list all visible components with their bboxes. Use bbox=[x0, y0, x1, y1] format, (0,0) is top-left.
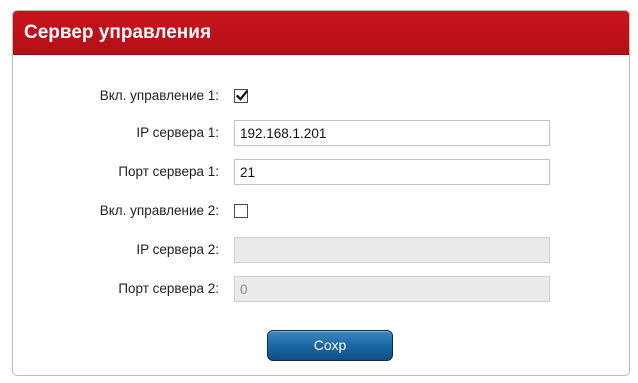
server-port-2-input[interactable] bbox=[234, 276, 550, 302]
enable-control-2-checkbox[interactable] bbox=[234, 204, 248, 218]
enable-control-1-checkbox[interactable] bbox=[234, 89, 249, 103]
server-port-1-input[interactable] bbox=[234, 159, 550, 185]
server-port-2-label: Порт сервера 2: bbox=[118, 281, 219, 296]
enable-control-1-label: Вкл. управление 1: bbox=[99, 88, 219, 103]
server-ip-2-label: IP сервера 2: bbox=[136, 242, 219, 257]
save-button[interactable]: Сохр bbox=[267, 330, 393, 361]
enable-control-2-label: Вкл. управление 2: bbox=[99, 203, 219, 218]
server-ip-1-label: IP сервера 1: bbox=[136, 125, 219, 140]
server-ip-2-input[interactable] bbox=[234, 237, 550, 263]
page: Сервер управления Вкл. управление 1: IP … bbox=[0, 0, 638, 383]
control-server-panel: Сервер управления Вкл. управление 1: IP … bbox=[12, 10, 630, 376]
panel-header: Сервер управления bbox=[13, 11, 629, 55]
checkmark-icon bbox=[235, 90, 249, 101]
server-port-1-label: Порт сервера 1: bbox=[118, 164, 219, 179]
server-ip-1-input[interactable] bbox=[234, 120, 550, 146]
panel-title: Сервер управления bbox=[24, 22, 212, 43]
